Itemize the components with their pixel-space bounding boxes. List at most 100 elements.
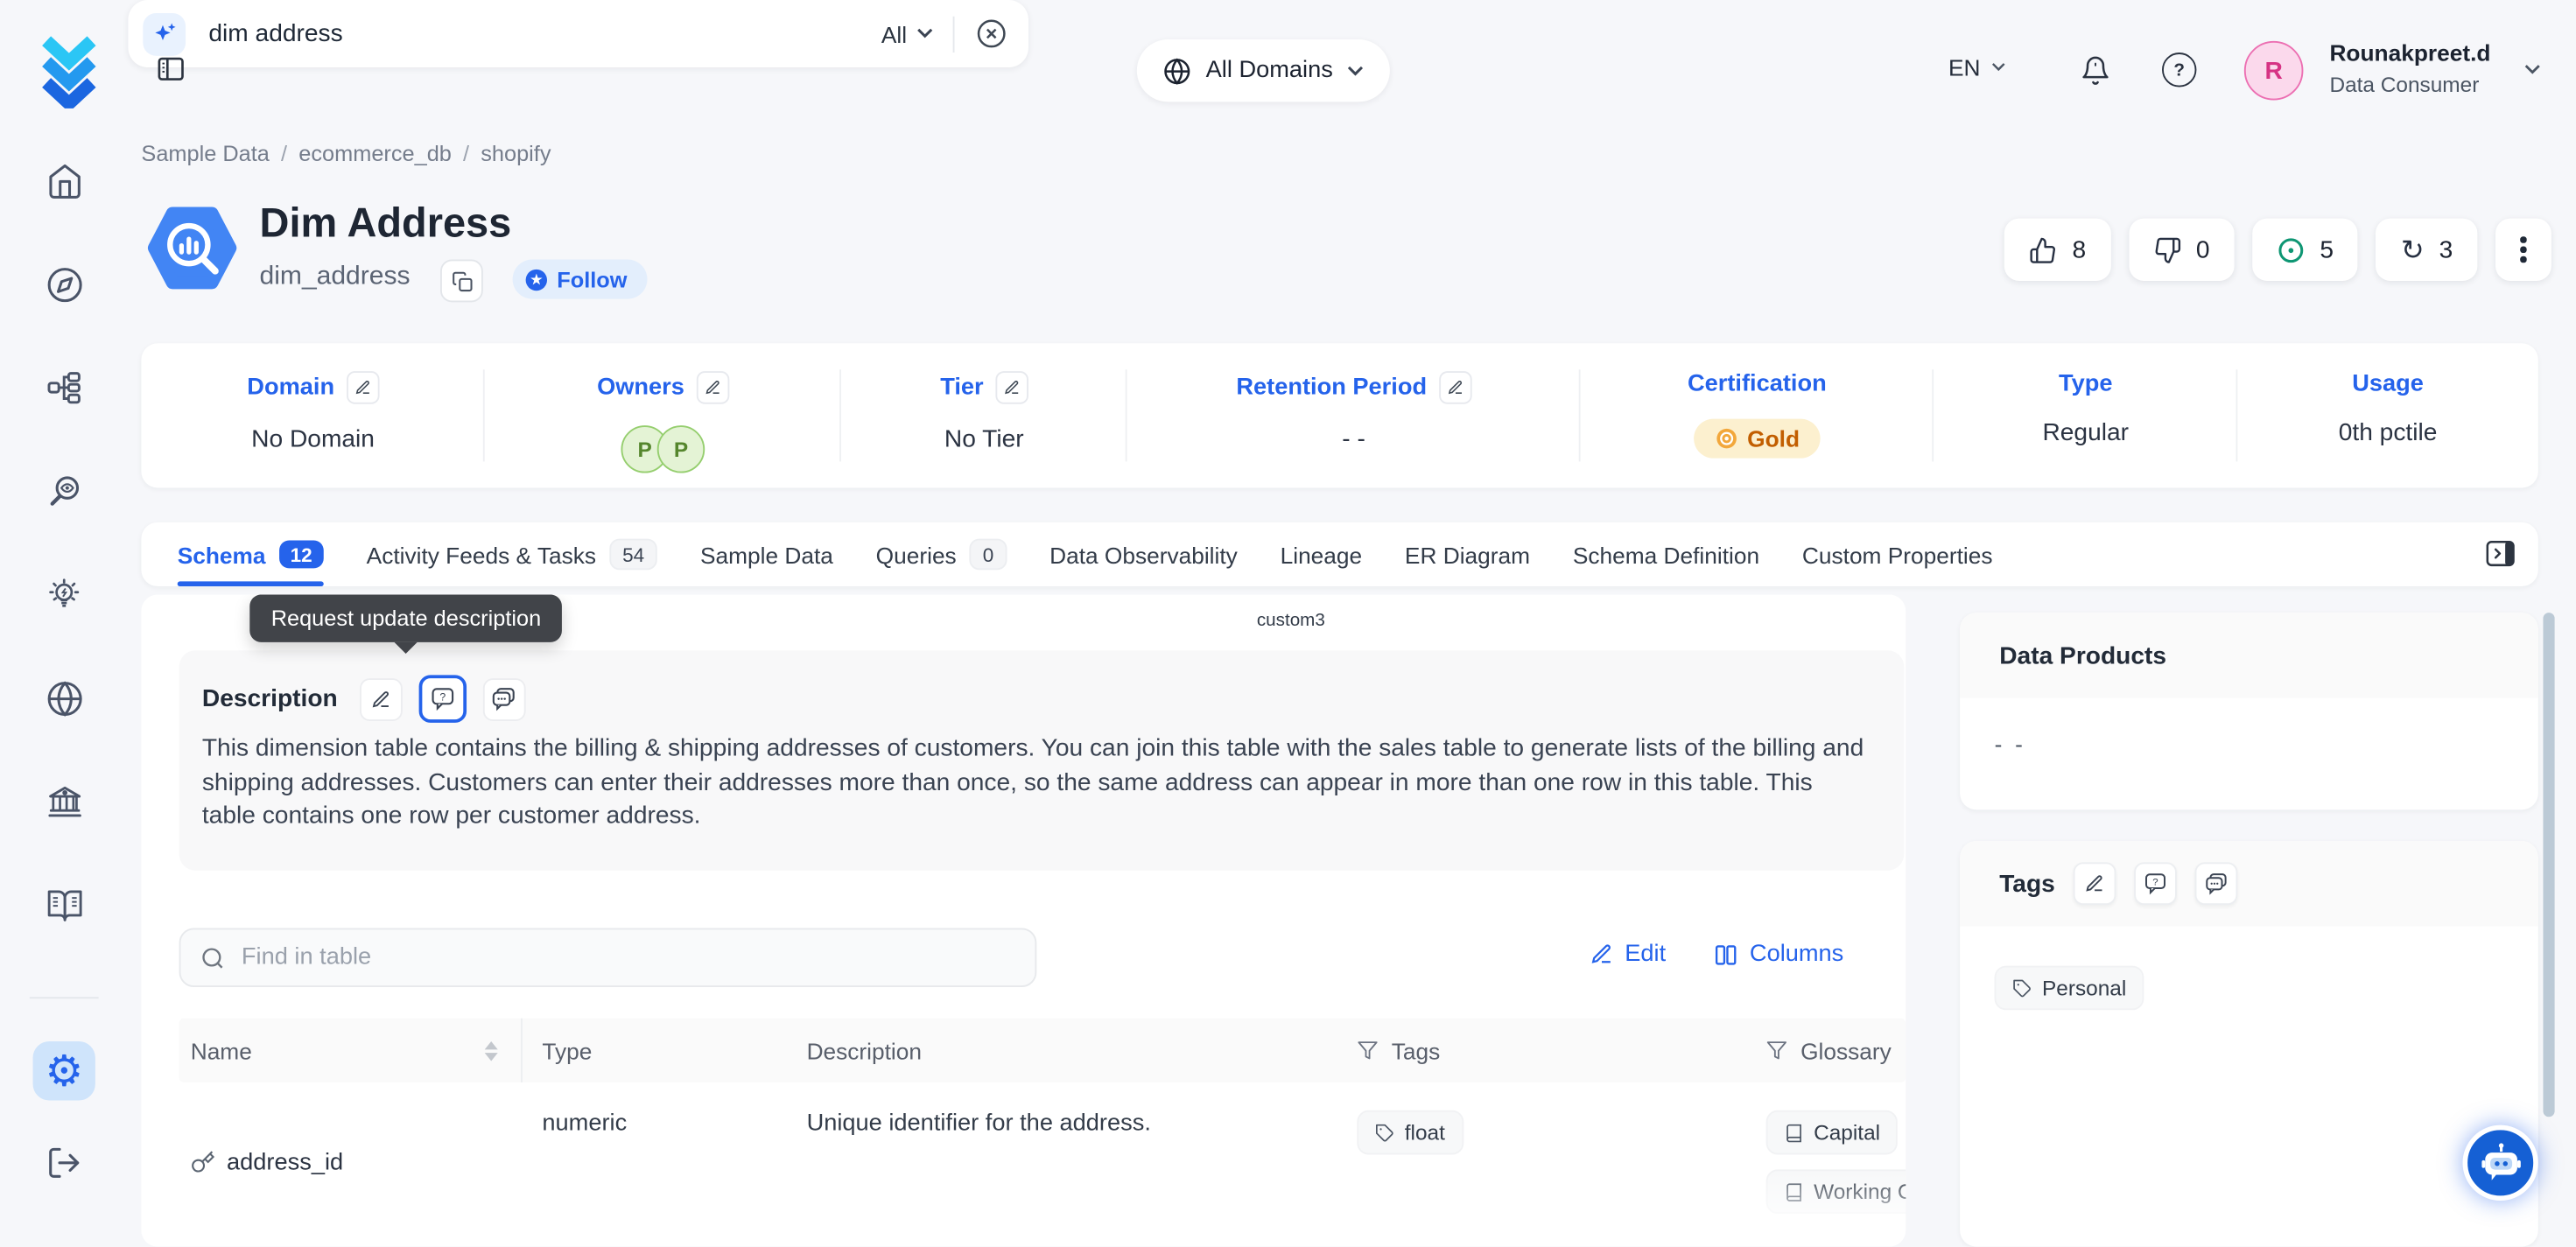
tab-activity-feeds[interactable]: Activity Feeds & Tasks 54 [367,522,658,586]
suggestions-button[interactable] [482,677,525,720]
tab-sample-data[interactable]: Sample Data [700,522,833,586]
cell-tags: float [1337,1110,1746,1214]
request-tags-button[interactable]: ? [2134,862,2177,905]
find-in-table-input[interactable] [238,942,1015,972]
tags-header: Tags ? [1960,841,2538,927]
collapse-right-panel-button[interactable] [2484,537,2517,571]
sort-icon[interactable] [485,1040,502,1061]
tab-lineage[interactable]: Lineage [1281,522,1363,586]
glossary-chip[interactable]: Working Cap [1766,1169,1906,1214]
column-name[interactable]: address_id [227,1149,343,1175]
filter-funnel-icon[interactable] [1766,1040,1787,1061]
sidebar-item-home[interactable] [45,163,84,200]
chat-assistant-button[interactable] [2462,1125,2537,1201]
pencil-icon [1003,380,1020,396]
tab-schema[interactable]: Schema 12 [178,522,324,586]
tags-title: Tags [1999,870,2055,898]
tab-label: Schema Definition [1573,541,1759,567]
all-domains-button[interactable]: All Domains [1137,39,1391,102]
notifications-button[interactable] [2080,54,2111,88]
edit-tags-button[interactable] [2073,862,2116,905]
sidebar-item-observability[interactable] [45,473,84,510]
sidebar-item-glossary[interactable] [45,886,84,924]
description-text: This dimension table contains the billin… [202,732,1864,833]
sidebar-item-explore[interactable] [45,266,84,304]
edit-tier-button[interactable] [995,371,1028,404]
columns-button[interactable]: Columns [1714,941,1844,967]
page-scrollbar-thumb[interactable] [2543,613,2554,1117]
downvote-button[interactable]: 0 [2129,219,2235,281]
table-row[interactable]: address_id numeric Unique identifier for… [179,1082,1906,1214]
breadcrumb-database[interactable]: ecommerce_db [298,141,452,165]
tab-label: Sample Data [700,541,833,567]
column-header-tags: Tags [1337,1019,1746,1082]
sidebar-item-data-assets[interactable] [45,369,84,407]
thumbs-up-icon [2030,235,2058,263]
find-in-table-box[interactable] [179,928,1037,987]
edit-owners-button[interactable] [696,371,729,404]
cell-description: Unique identifier for the address. [787,1110,1337,1214]
app-logo[interactable] [36,34,102,108]
search-scope-label: All [881,20,907,46]
user-name: Rounakpreet.d [2329,39,2490,66]
entity-tab-bar: Schema 12 Activity Feeds & Tasks 54 Samp… [141,522,2537,586]
sidebar-item-settings[interactable]: ⚙ [33,1041,95,1101]
tab-data-observability[interactable]: Data Observability [1049,522,1238,586]
edit-retention-button[interactable] [1438,371,1471,404]
panel-collapse-icon [2484,537,2517,571]
tab-custom-properties[interactable]: Custom Properties [1802,522,1993,586]
owner-avatar[interactable]: P [657,425,705,473]
pencil-icon [2085,874,2105,894]
watch-button[interactable]: 5 [2252,219,2358,281]
language-label: EN [1948,54,1981,81]
description-header: Description ? [202,675,525,722]
meta-domain: Domain No Domain [141,343,484,487]
user-menu-chevron[interactable] [2523,64,2542,75]
edit-description-button[interactable] [359,677,402,720]
tab-schema-definition[interactable]: Schema Definition [1573,522,1759,586]
filter-funnel-icon[interactable] [1357,1040,1378,1061]
sidebar-item-govern[interactable] [45,783,84,821]
column-header-name[interactable]: Name [179,1019,523,1082]
request-description-button[interactable]: ? [418,675,466,722]
meta-type: Type Regular [1934,343,2237,487]
tab-badge: 0 [970,539,1007,571]
edit-domain-button[interactable] [346,371,379,404]
search-input[interactable] [206,18,881,50]
language-dropdown[interactable]: EN [1948,54,2007,81]
tag-chip[interactable]: float [1357,1110,1463,1155]
user-avatar[interactable]: R [2244,41,2304,101]
sidebar-item-logout[interactable] [45,1144,84,1181]
more-actions-button[interactable] [2495,219,2551,281]
tags-conversations-button[interactable] [2194,862,2237,905]
search-scope-dropdown[interactable]: All [881,20,933,46]
logo-icon [36,34,102,108]
sidebar-item-domains[interactable] [45,680,84,718]
breadcrumb: Sample Data / ecommerce_db / shopify [141,141,551,165]
comment-question-icon: ? [2144,872,2166,895]
edit-label: Edit [1625,941,1666,967]
domain-value: No Domain [251,425,375,453]
breadcrumb-service[interactable]: Sample Data [141,141,269,165]
sidebar-item-insights[interactable] [45,577,84,614]
sparkle-ai-icon [143,12,186,55]
comment-question-icon: ? [430,687,454,711]
edit-table-button[interactable]: Edit [1590,941,1666,967]
tab-er-diagram[interactable]: ER Diagram [1405,522,1530,586]
help-button[interactable]: ? [2162,53,2196,87]
tab-queries[interactable]: Queries 0 [876,522,1007,586]
search-clear-button[interactable] [974,17,1008,51]
copy-name-button[interactable] [440,260,483,303]
tag-chip[interactable]: Personal [1995,966,2144,1011]
upvote-button[interactable]: 8 [2005,219,2111,281]
global-search-bar[interactable]: All [128,0,1028,67]
version-count: 3 [2439,235,2453,263]
versions-button[interactable]: ↻ 3 [2376,219,2478,281]
pencil-icon [354,380,371,396]
glossary-chip[interactable]: Capital [1766,1110,1899,1155]
sidebar-toggle-icon[interactable] [154,53,187,86]
follow-button[interactable]: ★ Follow [513,260,647,299]
description-card: Description ? This dimension table conta… [179,650,1905,871]
breadcrumb-schema[interactable]: shopify [481,141,551,165]
tab-label: Data Observability [1049,541,1238,567]
